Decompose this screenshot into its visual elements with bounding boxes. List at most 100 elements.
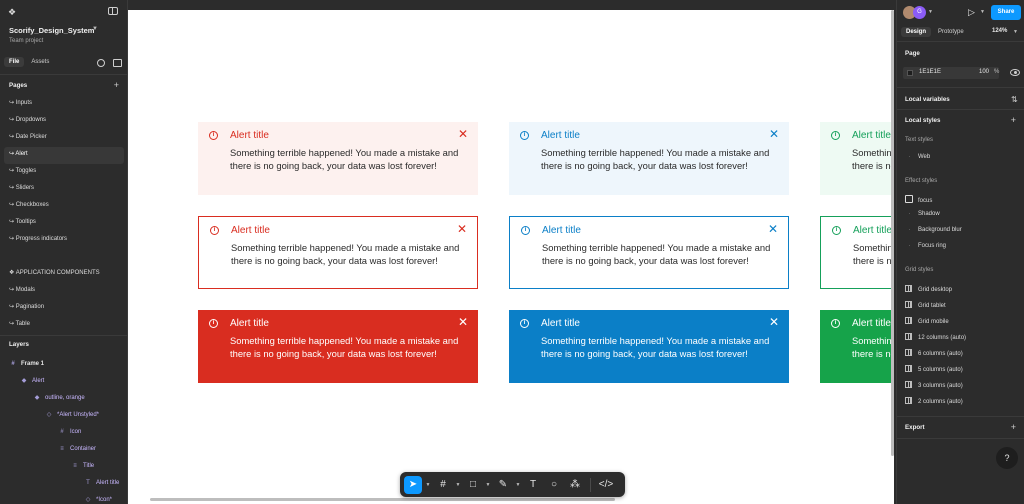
chevron-down-icon[interactable]: ▼ (1013, 29, 1018, 35)
text-tool-icon[interactable]: T (524, 476, 542, 494)
comment-tool-icon[interactable]: ○ (545, 476, 563, 494)
tab-design[interactable]: Design (901, 27, 932, 37)
canvas[interactable]: i Alert title ✕ Something terrible happe… (128, 10, 894, 504)
chevron-down-icon[interactable]: ▼ (485, 482, 491, 488)
add-style-icon[interactable]: + (1011, 116, 1016, 125)
alert-soft-red[interactable]: i Alert title ✕ Something terrible happe… (198, 122, 478, 195)
percent-label: % (994, 69, 1000, 75)
grid-item-3-columns[interactable]: 3 columns (auto) (905, 381, 963, 389)
layer-frame-1[interactable]: # Frame 1 (0, 357, 128, 374)
layer-alert[interactable]: ◆ Alert (0, 374, 128, 391)
style-item-focus[interactable]: focus (905, 195, 932, 204)
close-icon[interactable]: ✕ (769, 316, 779, 328)
page-color-hex[interactable]: 1E1E1E (919, 69, 941, 75)
zoom-level[interactable]: 124% (992, 28, 1007, 34)
layer-icon-instance[interactable]: ◇ *Icon* (0, 493, 128, 504)
divider (897, 109, 1024, 110)
chevron-down-icon[interactable]: ▼ (980, 9, 985, 15)
local-variables-title[interactable]: Local variables (905, 96, 950, 103)
layer-alert-unstyled[interactable]: ◇ *Alert Unstyled* (0, 408, 128, 425)
tab-assets[interactable]: Assets (26, 57, 54, 67)
style-item-shadow[interactable]: · Shadow (905, 211, 940, 217)
tab-file[interactable]: File (4, 57, 25, 67)
chevron-down-icon[interactable]: ▼ (425, 482, 431, 488)
grid-item-desktop[interactable]: Grid desktop (905, 285, 952, 293)
frame-tool-icon[interactable]: # (434, 476, 452, 494)
figma-menu-icon[interactable]: ❖ (8, 7, 18, 17)
alert-outline-green[interactable]: i Alert title Something terrible happene… (820, 216, 894, 289)
page-item-dropdowns[interactable]: ↪ Dropdowns (4, 113, 124, 130)
info-icon: i (831, 131, 840, 140)
page-item-modals[interactable]: ↪ Modals (4, 283, 124, 300)
share-button[interactable]: Share (991, 5, 1021, 20)
grid-item-12-columns[interactable]: 12 columns (auto) (905, 333, 966, 341)
layer-outline-orange[interactable]: ◆ outline, orange (0, 391, 128, 408)
close-icon[interactable]: ✕ (457, 223, 467, 235)
shape-tool-icon[interactable]: □ (464, 476, 482, 494)
page-item-table[interactable]: ↪ Table (4, 317, 124, 334)
close-icon[interactable]: ✕ (768, 223, 778, 235)
alert-outline-blue[interactable]: i Alert title ✕ Something terrible happe… (509, 216, 789, 289)
alert-solid-red[interactable]: i Alert title ✕ Something terrible happe… (198, 310, 478, 383)
close-icon[interactable]: ✕ (458, 316, 468, 328)
page-item-pagination[interactable]: ↪ Pagination (4, 300, 124, 317)
alert-soft-blue[interactable]: i Alert title ✕ Something terrible happe… (509, 122, 789, 195)
grid-item-tablet[interactable]: Grid tablet (905, 301, 946, 309)
grid-icon (905, 285, 912, 292)
help-button[interactable]: ? (996, 447, 1018, 469)
page-item-progress-indicators[interactable]: ↪ Progress indicators (4, 232, 124, 249)
info-icon: i (520, 319, 529, 328)
page-color-field[interactable]: 1E1E1E 100 % (903, 67, 999, 79)
grid-item-mobile[interactable]: Grid mobile (905, 317, 949, 325)
grid-item-5-columns[interactable]: 5 columns (auto) (905, 365, 963, 373)
style-item-web[interactable]: · Web (905, 154, 931, 160)
close-icon[interactable]: ✕ (769, 128, 779, 140)
page-group-application-components[interactable]: ❖ APPLICATION COMPONENTS (4, 266, 124, 283)
dev-mode-icon[interactable]: </> (597, 476, 615, 494)
tab-prototype[interactable]: Prototype (933, 27, 969, 37)
chevron-down-icon[interactable]: ▼ (515, 482, 521, 488)
chevron-down-icon[interactable]: ▼ (455, 482, 461, 488)
layer-container[interactable]: ≡ Container (0, 442, 128, 459)
page-item-sliders[interactable]: ↪ Sliders (4, 181, 124, 198)
present-icon[interactable]: ▷ (968, 7, 975, 18)
page-item-alert[interactable]: ↪ Alert (4, 147, 124, 164)
page-item-checkboxes[interactable]: ↪ Checkboxes (4, 198, 124, 215)
chevron-down-icon[interactable]: ▼ (92, 26, 98, 32)
alert-solid-blue[interactable]: i Alert title ✕ Something terrible happe… (509, 310, 789, 383)
alert-body: Something terrible happened! You made a … (541, 147, 770, 171)
page-item-toggles[interactable]: ↪ Toggles (4, 164, 124, 181)
horizontal-scrollbar[interactable] (150, 498, 615, 501)
move-tool-icon[interactable]: ➤ (404, 475, 422, 494)
alert-soft-green[interactable]: i Alert title Something terrible happene… (820, 122, 894, 195)
page-opacity[interactable]: 100 (979, 69, 989, 75)
eye-icon[interactable] (1010, 69, 1020, 76)
vertical-scrollbar[interactable] (891, 10, 894, 456)
alert-outline-red[interactable]: i Alert title ✕ Something terrible happe… (198, 216, 478, 289)
avatar[interactable]: G (913, 6, 926, 19)
layer-icon[interactable]: # Icon (0, 425, 128, 442)
adjust-icon[interactable]: ⇅ (1011, 95, 1018, 104)
library-icon[interactable] (113, 59, 122, 67)
grid-item-6-columns[interactable]: 6 columns (auto) (905, 349, 963, 357)
page-item-tooltips[interactable]: ↪ Tooltips (4, 215, 124, 232)
chevron-down-icon[interactable]: ▼ (928, 9, 933, 15)
page-item-inputs[interactable]: ↪ Inputs (4, 96, 124, 113)
project-name[interactable]: Scorify_Design_System (9, 26, 94, 35)
panel-toggle-icon[interactable] (108, 7, 118, 15)
layer-title[interactable]: ≡ Title (0, 459, 128, 476)
style-item-background-blur[interactable]: · Background blur (905, 227, 962, 233)
add-export-icon[interactable]: + (1011, 423, 1016, 432)
page-item-date-picker[interactable]: ↪ Date Picker (4, 130, 124, 147)
components-tool-icon[interactable]: ⁂ (566, 476, 584, 494)
search-icon[interactable] (97, 59, 105, 67)
grid-item-2-columns[interactable]: 2 columns (auto) (905, 397, 963, 405)
alert-solid-green[interactable]: i Alert title Something terrible happene… (820, 310, 894, 383)
color-swatch[interactable] (907, 70, 913, 76)
add-page-icon[interactable]: + (114, 81, 119, 90)
style-item-focus-ring[interactable]: · Focus ring (905, 243, 947, 249)
close-icon[interactable]: ✕ (458, 128, 468, 140)
left-tabs: File Assets (4, 57, 54, 67)
pen-tool-icon[interactable]: ✎ (494, 476, 512, 494)
layer-alert-title[interactable]: T Alert title (0, 476, 128, 493)
